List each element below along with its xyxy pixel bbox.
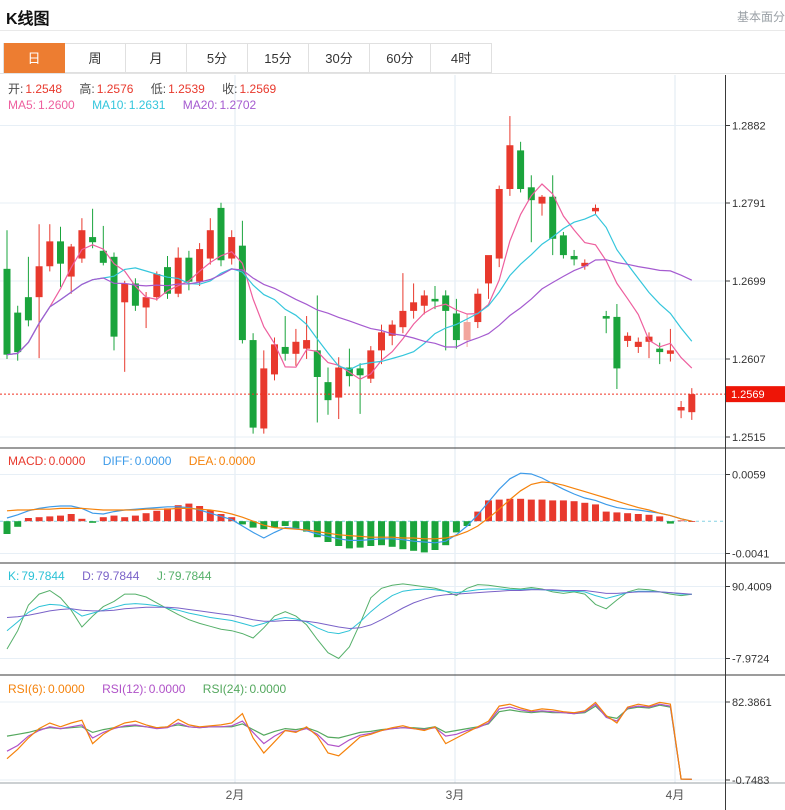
macd-legend: MACD:0.0000 DIFF:0.0000 DEA:0.0000 [8,454,269,468]
axis-tick-label: -7.9724 [732,654,769,666]
svg-text:1.2569: 1.2569 [731,389,765,401]
close-label: 收: [222,82,237,96]
candlestick-chart-canvas[interactable]: 1.2569 1.2882 1.2791 1.2699 1.2607 1.2515 0.00… [0,75,785,810]
macd-value: MACD:0.0000 [8,454,85,468]
low-label: 低: [151,82,166,96]
fundamental-analysis-link[interactable]: 基本面分析 [737,8,785,25]
axis-tick-label: 82.3861 [732,697,772,709]
x-axis-month-label: 2月 [226,788,245,802]
axis-tick-label: -0.7483 [732,775,769,787]
ma5-legend: MA5:1.2600 [8,98,75,112]
period-tabbar: 日 周 月 5分 15分 30分 60分 4时 [0,43,785,74]
x-axis-month-label: 4月 [666,788,685,802]
chart-area: 开:1.2548 高:1.2576 低:1.2539 收:1.2569 MA5:… [0,75,785,810]
ma20-legend: MA20:1.2702 [183,98,256,112]
gridlines [0,75,725,783]
header: K线图 基本面分析 [0,0,785,31]
rsi-legend: RSI(6):0.0000 RSI(12):0.0000 RSI(24):0.0… [8,682,300,696]
j-value: J:79.7844 [157,569,212,583]
rsi6-value: RSI(6):0.0000 [8,682,85,696]
axis-tick-label: 1.2699 [732,276,766,288]
high-label: 高: [79,82,94,96]
x-axis-labels: 2月 3月 4月 [226,788,685,802]
rsi12-value: RSI(12):0.0000 [102,682,185,696]
tab-week[interactable]: 周 [65,43,126,73]
axis-tick-label: 1.2791 [732,198,766,210]
right-axis-labels: 1.2882 1.2791 1.2699 1.2607 1.2515 0.0059 -0.0… [725,121,772,788]
tab-15min[interactable]: 15分 [248,43,309,73]
axis-tick-label: 1.2882 [732,121,766,133]
kdj-layer [7,584,692,659]
kdj-legend: K:79.7844 D:79.7844 J:79.7844 [8,569,226,583]
close-value: 1.2569 [240,82,277,96]
tab-30min[interactable]: 30分 [309,43,370,73]
axis-tick-label: -0.0041 [732,549,769,561]
open-label: 开: [8,82,23,96]
ma-legend: MA5:1.2600 MA10:1.2631 MA20:1.2702 [8,98,270,112]
kline-widget: K线图 基本面分析 日 周 月 5分 15分 30分 60分 4时 开:1.25… [0,0,785,810]
k-value: K:79.7844 [8,569,65,583]
tab-60min[interactable]: 60分 [370,43,431,73]
diff-value: DIFF:0.0000 [103,454,172,468]
low-value: 1.2539 [168,82,205,96]
ma10-legend: MA10:1.2631 [92,98,165,112]
ohlc-legend: 开:1.2548 高:1.2576 低:1.2539 收:1.2569 [8,80,290,97]
tab-4hour[interactable]: 4时 [431,43,492,73]
tab-day[interactable]: 日 [4,43,65,73]
page-title: K线图 [6,5,50,29]
open-value: 1.2548 [25,82,62,96]
high-value: 1.2576 [97,82,134,96]
dea-value: DEA:0.0000 [189,454,256,468]
rsi-layer [7,702,692,779]
tab-month[interactable]: 月 [126,43,187,73]
tab-5min[interactable]: 5分 [187,43,248,73]
axis-tick-label: 0.0059 [732,470,766,482]
axis-tick-label: 1.2515 [732,432,766,444]
rsi24-value: RSI(24):0.0000 [203,682,286,696]
macd-layer [4,473,696,552]
panel-frame [0,75,785,810]
x-axis-month-label: 3月 [446,788,465,802]
candlestick-layer [4,116,696,434]
last-price-badge: 1.2569 [726,386,785,402]
axis-tick-label: 90.4009 [732,582,772,594]
axis-tick-label: 1.2607 [732,354,766,366]
d-value: D:79.7844 [82,569,139,583]
